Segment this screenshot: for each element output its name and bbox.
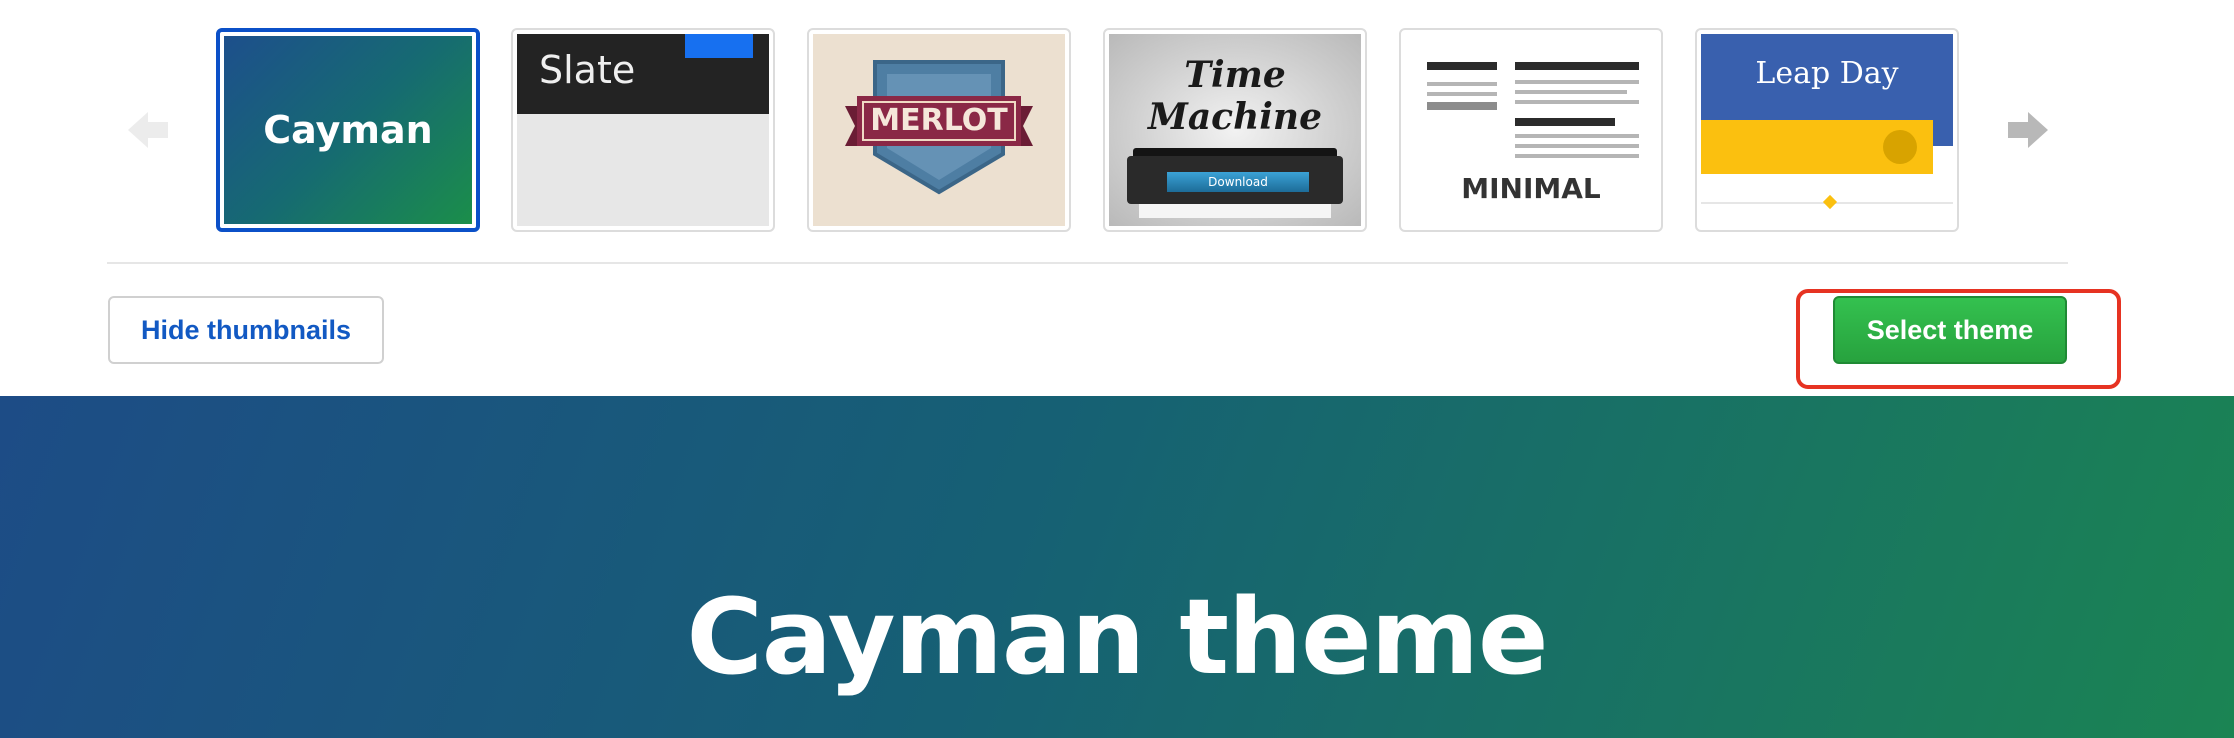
divider — [107, 262, 2068, 264]
merlot-badge-image: MERLOT — [845, 60, 1033, 195]
page-title: Cayman theme — [686, 576, 1548, 698]
leap-day-dot — [1822, 194, 1838, 210]
theme-thumb-slate[interactable]: Slate — [511, 28, 775, 232]
minimal-line — [1427, 62, 1497, 70]
thumb-label: Cayman — [263, 108, 433, 152]
minimal-line — [1515, 144, 1639, 148]
minimal-line — [1427, 82, 1497, 86]
machine-base — [1139, 204, 1331, 218]
arrow-left-icon — [128, 112, 168, 148]
minimal-line — [1515, 100, 1639, 104]
minimal-line — [1515, 134, 1639, 138]
minimal-line — [1515, 118, 1615, 126]
github-icon — [1883, 130, 1917, 164]
thumb-download-graphic: Download — [1167, 172, 1309, 192]
thumb-label: MINIMAL — [1461, 172, 1601, 205]
thumb-label: MERLOT — [870, 103, 1008, 138]
carousel-next-button[interactable] — [2006, 108, 2050, 152]
minimal-line — [1515, 154, 1639, 158]
minimal-line — [1515, 80, 1639, 84]
theme-thumb-cayman[interactable]: Cayman — [216, 28, 480, 232]
theme-thumb-time-machine[interactable]: Time Machine Download — [1103, 28, 1367, 232]
theme-thumb-leap-day[interactable]: Leap Day — [1695, 28, 1959, 232]
minimal-line — [1427, 102, 1497, 110]
theme-thumb-merlot[interactable]: MERLOT — [807, 28, 1071, 232]
carousel-prev-button[interactable] — [126, 108, 170, 152]
thumb-label: Time Machine — [1147, 54, 1323, 138]
slate-accent — [685, 34, 753, 58]
minimal-line — [1515, 90, 1627, 94]
theme-thumb-minimal[interactable]: MINIMAL — [1399, 28, 1663, 232]
arrow-right-icon — [2008, 112, 2048, 148]
thumb-label: Slate — [539, 48, 636, 92]
theme-preview-hero: Cayman theme — [0, 396, 2234, 738]
thumb-label: Leap Day — [1755, 56, 1899, 91]
minimal-line — [1427, 92, 1497, 96]
minimal-line — [1515, 62, 1639, 70]
hide-thumbnails-button[interactable]: Hide thumbnails — [108, 296, 384, 364]
select-theme-button[interactable]: Select theme — [1833, 296, 2067, 364]
